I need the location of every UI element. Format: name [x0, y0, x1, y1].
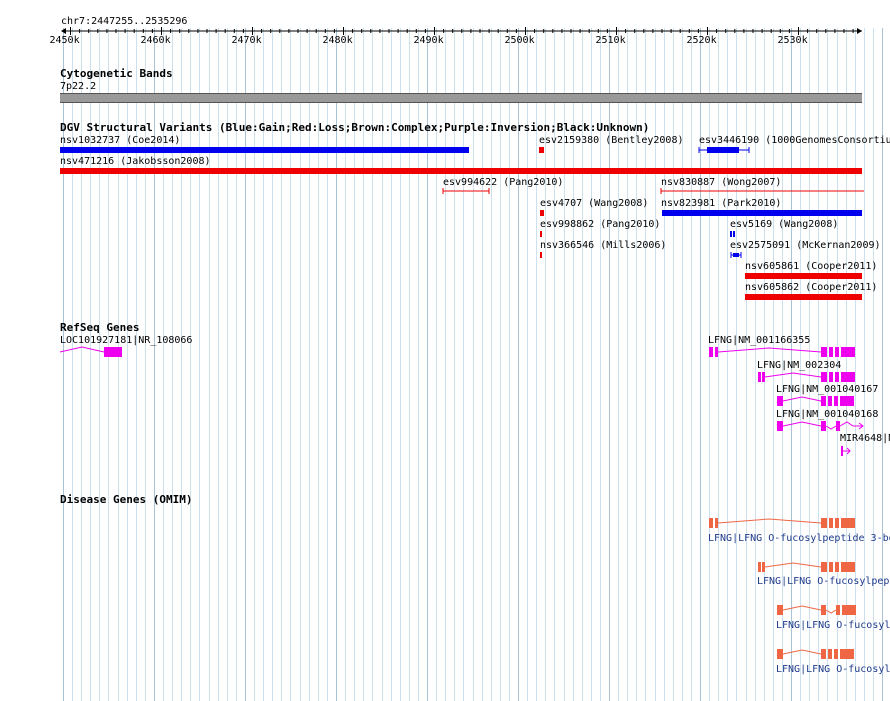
omim-gene-glyph[interactable]: [707, 516, 862, 530]
dgv-feature-label: nsv823981 (Park2010): [661, 198, 782, 209]
genome-browser-view: chr7:2447255..2535296 2450k 2460k 2470k 248…: [0, 0, 890, 701]
ruler-tick-label: 2450k: [49, 35, 80, 46]
refseq-track-title: RefSeq Genes: [60, 321, 140, 334]
omim-gene-glyph[interactable]: [775, 603, 865, 617]
ruler-tick-label: 2500k: [504, 35, 535, 46]
refseq-gene-glyph[interactable]: [775, 419, 867, 433]
dgv-feature-bar[interactable]: [697, 145, 757, 155]
ruler[interactable]: [0, 0, 890, 50]
cytoband-track-title: Cytogenetic Bands: [60, 67, 173, 80]
refseq-gene-glyph[interactable]: [756, 370, 861, 384]
omim-gene-label: LFNG|LFNG O-fucosylpeptide 3-be: [708, 533, 890, 544]
dgv-feature-bar[interactable]: [660, 186, 865, 196]
omim-track-title: Disease Genes (OMIM): [60, 493, 193, 506]
dgv-feature-label: nsv605862 (Cooper2011): [745, 282, 878, 293]
dgv-feature-bar[interactable]: [728, 229, 738, 239]
dgv-feature-bar[interactable]: [60, 147, 469, 153]
ruler-tick-label: 2520k: [686, 35, 717, 46]
dgv-feature-bar[interactable]: [662, 210, 862, 216]
dgv-feature-bar[interactable]: [540, 252, 542, 258]
ruler-tick-label: 2470k: [231, 35, 262, 46]
ruler-tick-label: 2480k: [322, 35, 353, 46]
dgv-feature-label: esv5169 (Wang2008): [730, 219, 839, 230]
dgv-feature-label: nsv471216 (Jakobsson2008): [60, 156, 211, 167]
ruler-left-arrow: [61, 28, 66, 34]
ruler-tick-label: 2490k: [413, 35, 444, 46]
dgv-feature-bar[interactable]: [442, 186, 492, 196]
ruler-right-arrow: [857, 28, 862, 34]
refseq-gene-glyph[interactable]: [707, 345, 862, 359]
omim-gene-glyph[interactable]: [756, 560, 861, 574]
omim-gene-label: LFNG|LFNG O-fucosyl: [776, 620, 890, 631]
omim-gene-label: LFNG|LFNG O-fucosylpep: [757, 576, 890, 587]
dgv-feature-bar[interactable]: [540, 210, 544, 216]
dgv-feature-bar[interactable]: [745, 294, 862, 300]
ruler-tick-label: 2530k: [777, 35, 808, 46]
dgv-feature-label: esv2159380 (Bentley2008): [539, 135, 684, 146]
dgv-feature-label: esv998862 (Pang2010): [540, 219, 661, 230]
ruler-tick-label: 2460k: [140, 35, 171, 46]
ruler-tick-label: 2510k: [595, 35, 626, 46]
omim-gene-label: LFNG|LFNG O-fucosyl: [776, 664, 890, 675]
dgv-feature-bar[interactable]: [540, 231, 542, 237]
refseq-gene-glyph[interactable]: [58, 345, 128, 359]
cytoband-label: 7p22.2: [60, 81, 97, 92]
cytoband-bar[interactable]: [60, 93, 862, 103]
dgv-feature-label: nsv366546 (Mills2006): [540, 240, 667, 251]
dgv-feature-label: esv2575091 (McKernan2009): [730, 240, 881, 251]
dgv-feature-label: nsv1032737 (Coe2014): [60, 135, 181, 146]
dgv-feature-bar[interactable]: [60, 168, 862, 174]
dgv-feature-bar[interactable]: [539, 147, 544, 153]
dgv-feature-label: esv4707 (Wang2008): [540, 198, 649, 209]
dgv-track-title: DGV Structural Variants (Blue:Gain;Red:L…: [60, 121, 650, 134]
omim-gene-glyph[interactable]: [775, 647, 865, 661]
dgv-feature-bar[interactable]: [745, 273, 862, 279]
dgv-feature-bar[interactable]: [729, 250, 745, 260]
refseq-gene-glyph[interactable]: [839, 444, 853, 458]
dgv-feature-label: nsv605861 (Cooper2011): [745, 261, 878, 272]
refseq-gene-label: MIR4648|N: [840, 433, 890, 444]
refseq-gene-glyph[interactable]: [775, 394, 865, 408]
